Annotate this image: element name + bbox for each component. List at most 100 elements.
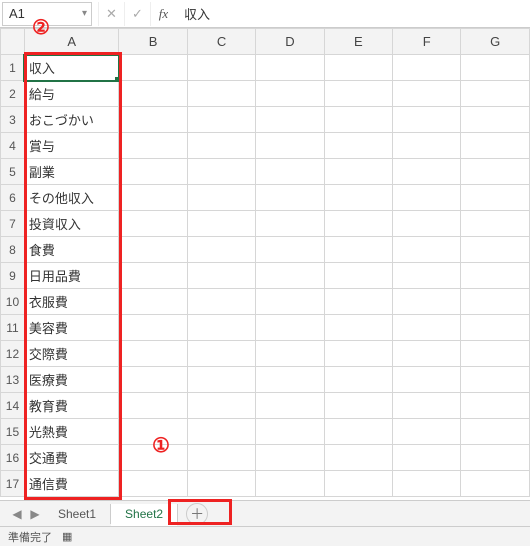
cell[interactable] bbox=[461, 81, 530, 107]
cell[interactable] bbox=[393, 419, 461, 445]
cell[interactable] bbox=[256, 393, 324, 419]
cell[interactable] bbox=[461, 471, 530, 497]
cell[interactable] bbox=[119, 133, 187, 159]
cell[interactable] bbox=[461, 289, 530, 315]
row-header[interactable]: 9 bbox=[1, 263, 25, 289]
cell[interactable]: 日用品費 bbox=[24, 263, 119, 289]
cell[interactable] bbox=[324, 81, 392, 107]
cell[interactable] bbox=[461, 393, 530, 419]
row-header[interactable]: 4 bbox=[1, 133, 25, 159]
tab-sheet1[interactable]: Sheet1 bbox=[44, 504, 111, 524]
cell[interactable] bbox=[119, 471, 187, 497]
cell[interactable] bbox=[324, 237, 392, 263]
cell[interactable] bbox=[256, 315, 324, 341]
cell[interactable] bbox=[393, 237, 461, 263]
row-header[interactable]: 14 bbox=[1, 393, 25, 419]
cell[interactable] bbox=[324, 367, 392, 393]
col-header-C[interactable]: C bbox=[187, 29, 255, 55]
cell[interactable] bbox=[324, 185, 392, 211]
col-header-D[interactable]: D bbox=[256, 29, 324, 55]
cell[interactable] bbox=[461, 237, 530, 263]
cell[interactable]: 給与 bbox=[24, 81, 119, 107]
row-header[interactable]: 8 bbox=[1, 237, 25, 263]
row-header[interactable]: 17 bbox=[1, 471, 25, 497]
cell[interactable] bbox=[119, 315, 187, 341]
cell[interactable] bbox=[461, 263, 530, 289]
cell[interactable] bbox=[393, 263, 461, 289]
cell[interactable] bbox=[119, 55, 187, 81]
cell[interactable] bbox=[256, 341, 324, 367]
macro-record-icon[interactable]: ▦ bbox=[62, 530, 72, 543]
cell[interactable] bbox=[461, 185, 530, 211]
row-header[interactable]: 5 bbox=[1, 159, 25, 185]
cell[interactable] bbox=[187, 133, 255, 159]
cell[interactable] bbox=[324, 263, 392, 289]
cell[interactable] bbox=[324, 289, 392, 315]
cell[interactable] bbox=[324, 107, 392, 133]
col-header-B[interactable]: B bbox=[119, 29, 187, 55]
cell[interactable] bbox=[187, 315, 255, 341]
cell[interactable] bbox=[256, 107, 324, 133]
cell[interactable] bbox=[256, 263, 324, 289]
cell[interactable] bbox=[256, 419, 324, 445]
cell[interactable]: 医療費 bbox=[24, 367, 119, 393]
cell[interactable]: 交際費 bbox=[24, 341, 119, 367]
cell[interactable] bbox=[119, 289, 187, 315]
cell[interactable] bbox=[461, 133, 530, 159]
cell[interactable] bbox=[393, 289, 461, 315]
cell[interactable] bbox=[393, 81, 461, 107]
tab-sheet2[interactable]: Sheet2 bbox=[111, 504, 178, 526]
row-header[interactable]: 6 bbox=[1, 185, 25, 211]
tab-nav-next[interactable]: ▶ bbox=[26, 507, 44, 521]
formula-input[interactable]: 収入 bbox=[176, 2, 530, 26]
cell[interactable] bbox=[119, 211, 187, 237]
cell[interactable] bbox=[187, 471, 255, 497]
cell[interactable] bbox=[187, 289, 255, 315]
cell[interactable] bbox=[393, 367, 461, 393]
cell[interactable] bbox=[256, 159, 324, 185]
col-header-G[interactable]: G bbox=[461, 29, 530, 55]
select-all-corner[interactable] bbox=[1, 29, 25, 55]
cell[interactable] bbox=[187, 185, 255, 211]
cell[interactable] bbox=[324, 315, 392, 341]
cancel-button[interactable]: ✕ bbox=[98, 2, 124, 26]
cell[interactable]: 交通費 bbox=[24, 445, 119, 471]
cell[interactable] bbox=[187, 367, 255, 393]
cell[interactable] bbox=[256, 185, 324, 211]
cell[interactable] bbox=[256, 237, 324, 263]
cell[interactable] bbox=[119, 341, 187, 367]
cell[interactable] bbox=[324, 471, 392, 497]
cell[interactable] bbox=[324, 159, 392, 185]
cell[interactable] bbox=[393, 55, 461, 81]
cell[interactable] bbox=[119, 419, 187, 445]
row-header[interactable]: 10 bbox=[1, 289, 25, 315]
grid[interactable]: A B C D E F G 1収入2給与3おこづかい4賞与5副業6その他収入7投… bbox=[0, 28, 530, 497]
cell[interactable] bbox=[461, 367, 530, 393]
add-sheet-button[interactable]: ＋ bbox=[186, 503, 208, 525]
cell[interactable] bbox=[393, 211, 461, 237]
cell[interactable] bbox=[256, 445, 324, 471]
row-header[interactable]: 12 bbox=[1, 341, 25, 367]
row-header[interactable]: 1 bbox=[1, 55, 25, 81]
cell[interactable] bbox=[324, 393, 392, 419]
confirm-button[interactable]: ✓ bbox=[124, 2, 150, 26]
cell[interactable]: 賞与 bbox=[24, 133, 119, 159]
cell[interactable] bbox=[324, 211, 392, 237]
cell[interactable]: 収入 bbox=[24, 55, 119, 81]
cell[interactable] bbox=[119, 367, 187, 393]
cell[interactable] bbox=[119, 237, 187, 263]
cell[interactable] bbox=[256, 367, 324, 393]
cell[interactable] bbox=[256, 211, 324, 237]
cell[interactable]: 食費 bbox=[24, 237, 119, 263]
cell[interactable] bbox=[187, 237, 255, 263]
row-header[interactable]: 11 bbox=[1, 315, 25, 341]
cell[interactable] bbox=[256, 81, 324, 107]
cell[interactable] bbox=[187, 55, 255, 81]
cell[interactable]: 投資収入 bbox=[24, 211, 119, 237]
cell[interactable] bbox=[119, 159, 187, 185]
cell[interactable] bbox=[393, 107, 461, 133]
row-header[interactable]: 15 bbox=[1, 419, 25, 445]
row-header[interactable]: 2 bbox=[1, 81, 25, 107]
cell[interactable] bbox=[461, 341, 530, 367]
cell[interactable] bbox=[119, 445, 187, 471]
